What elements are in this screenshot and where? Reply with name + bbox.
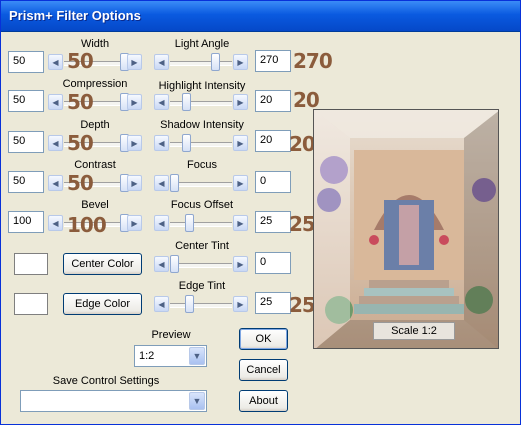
slider-thumb[interactable] (182, 134, 191, 152)
chevron-down-icon[interactable]: ▼ (189, 347, 205, 365)
slider-right-arrow-icon[interactable]: ▶ (127, 54, 142, 70)
focus-offset-label: Focus Offset (170, 199, 234, 211)
window-title: Prism+ Filter Options (9, 8, 141, 23)
slider-right-arrow-icon[interactable]: ▶ (127, 94, 142, 110)
bevel-overlay-value: 100 (67, 213, 107, 237)
light-angle-slider[interactable]: ◀ ▶ (154, 52, 248, 72)
width-slider[interactable]: ◀ ▶ (48, 52, 142, 72)
center-color-swatch (14, 253, 48, 275)
depth-label: Depth (80, 119, 110, 131)
center-color-button[interactable]: Center Color (63, 253, 142, 275)
contrast-input[interactable]: 50 (8, 171, 44, 193)
preview-illustration (314, 110, 498, 348)
chevron-down-icon[interactable]: ▼ (189, 392, 205, 410)
slider-right-arrow-icon[interactable]: ▶ (233, 54, 248, 70)
shadow-intensity-slider[interactable]: ◀ ▶ (154, 133, 248, 153)
preview-scale-value: 1:2 (139, 350, 155, 362)
width-label: Width (80, 38, 110, 50)
slider-right-arrow-icon[interactable]: ▶ (233, 175, 248, 191)
light-angle-label: Light Angle (174, 38, 230, 50)
slider-left-arrow-icon[interactable]: ◀ (48, 54, 63, 70)
center-tint-label: Center Tint (175, 240, 229, 252)
edge-tint-input[interactable]: 25 (255, 292, 291, 314)
cancel-button[interactable]: Cancel (239, 359, 288, 381)
bevel-label: Bevel (81, 199, 109, 211)
title-bar[interactable]: Prism+ Filter Options (1, 1, 520, 32)
slider-thumb[interactable] (185, 295, 194, 313)
shadow-intensity-input[interactable]: 20 (255, 130, 291, 152)
preview-scale-caption: Scale 1:2 (373, 322, 455, 340)
slider-thumb[interactable] (185, 214, 194, 232)
compression-label: Compression (62, 78, 128, 90)
slider-thumb[interactable] (182, 93, 191, 111)
contrast-slider[interactable]: ◀ ▶ (48, 173, 142, 193)
slider-left-arrow-icon[interactable]: ◀ (154, 296, 169, 312)
edge-tint-overlay-value: 25 (289, 293, 316, 317)
slider-right-arrow-icon[interactable]: ▶ (127, 135, 142, 151)
slider-left-arrow-icon[interactable]: ◀ (154, 54, 169, 70)
center-tint-slider[interactable]: ◀ ▶ (154, 254, 248, 274)
slider-left-arrow-icon[interactable]: ◀ (48, 94, 63, 110)
edge-tint-label: Edge Tint (178, 280, 226, 292)
highlight-intensity-label: Highlight Intensity (158, 80, 246, 92)
slider-left-arrow-icon[interactable]: ◀ (48, 135, 63, 151)
focus-offset-slider[interactable]: ◀ ▶ (154, 213, 248, 233)
focus-input[interactable]: 0 (255, 171, 291, 193)
focus-offset-overlay-value: 25 (289, 212, 316, 236)
slider-left-arrow-icon[interactable]: ◀ (154, 94, 169, 110)
filter-options-window: Prism+ Filter Options Width 50 ◀ ▶ 50 Co… (0, 0, 521, 425)
contrast-overlay-value: 50 (67, 171, 94, 195)
slider-thumb[interactable] (170, 174, 179, 192)
slider-right-arrow-icon[interactable]: ▶ (233, 215, 248, 231)
compression-input[interactable]: 50 (8, 90, 44, 112)
light-angle-overlay-value: 270 (293, 49, 333, 73)
slider-thumb[interactable] (170, 255, 179, 273)
highlight-intensity-slider[interactable]: ◀ ▶ (154, 92, 248, 112)
slider-right-arrow-icon[interactable]: ▶ (127, 215, 142, 231)
edge-color-swatch (14, 293, 48, 315)
center-tint-input[interactable]: 0 (255, 252, 291, 274)
edge-color-button[interactable]: Edge Color (63, 293, 142, 315)
width-input[interactable]: 50 (8, 51, 44, 73)
contrast-label: Contrast (74, 159, 116, 171)
highlight-intensity-input[interactable]: 20 (255, 90, 291, 112)
slider-right-arrow-icon[interactable]: ▶ (233, 296, 248, 312)
depth-overlay-value: 50 (67, 131, 94, 155)
ok-button[interactable]: OK (239, 328, 288, 350)
focus-label: Focus (187, 159, 217, 171)
depth-slider[interactable]: ◀ ▶ (48, 133, 142, 153)
shadow-intensity-label: Shadow Intensity (160, 119, 244, 131)
compression-overlay-value: 50 (67, 90, 94, 114)
save-settings-label: Save Control Settings (52, 375, 160, 387)
shadow-intensity-overlay-value: 20 (289, 132, 316, 156)
slider-right-arrow-icon[interactable]: ▶ (233, 256, 248, 272)
about-button[interactable]: About (239, 390, 288, 412)
light-angle-input[interactable]: 270 (255, 50, 291, 72)
compression-slider[interactable]: ◀ ▶ (48, 92, 142, 112)
slider-right-arrow-icon[interactable]: ▶ (233, 94, 248, 110)
save-settings-select[interactable]: ▼ (20, 390, 207, 412)
slider-thumb[interactable] (211, 53, 220, 71)
slider-right-arrow-icon[interactable]: ▶ (233, 135, 248, 151)
slider-right-arrow-icon[interactable]: ▶ (127, 175, 142, 191)
bevel-input[interactable]: 100 (8, 211, 44, 233)
focus-offset-input[interactable]: 25 (255, 211, 291, 233)
focus-slider[interactable]: ◀ ▶ (154, 173, 248, 193)
slider-left-arrow-icon[interactable]: ◀ (48, 175, 63, 191)
width-overlay-value: 50 (67, 49, 94, 73)
depth-input[interactable]: 50 (8, 131, 44, 153)
edge-tint-slider[interactable]: ◀ ▶ (154, 294, 248, 314)
slider-left-arrow-icon[interactable]: ◀ (154, 135, 169, 151)
slider-left-arrow-icon[interactable]: ◀ (48, 215, 63, 231)
slider-left-arrow-icon[interactable]: ◀ (154, 256, 169, 272)
slider-left-arrow-icon[interactable]: ◀ (154, 175, 169, 191)
preview-image (313, 109, 499, 349)
preview-label: Preview (151, 329, 191, 341)
slider-left-arrow-icon[interactable]: ◀ (154, 215, 169, 231)
preview-scale-select[interactable]: 1:2 ▼ (134, 345, 207, 367)
